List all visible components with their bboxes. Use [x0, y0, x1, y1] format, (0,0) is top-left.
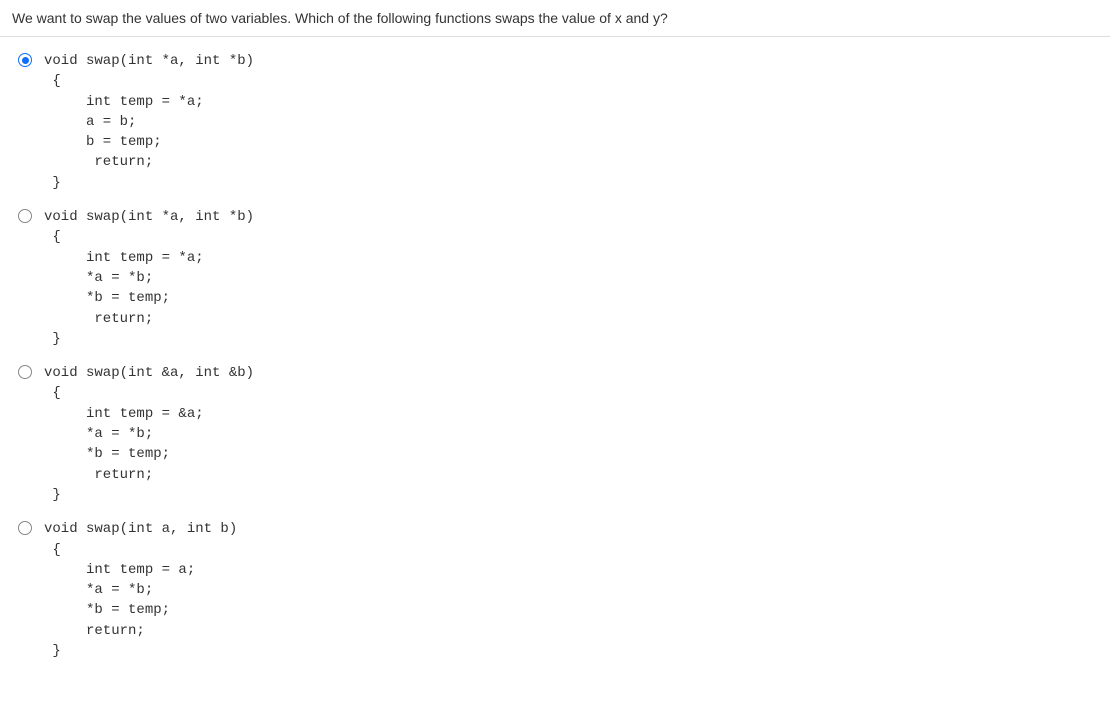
- radio-4[interactable]: [18, 521, 34, 537]
- options-list: void swap(int *a, int *b) { int temp = *…: [0, 37, 1110, 689]
- radio-2[interactable]: [18, 209, 34, 225]
- radio-outer-icon: [18, 209, 32, 223]
- option-3[interactable]: void swap(int &a, int &b) { int temp = &…: [18, 363, 1092, 505]
- option-2-code: void swap(int *a, int *b) { int temp = *…: [44, 207, 254, 349]
- option-4-code: void swap(int a, int b) { int temp = a; …: [44, 519, 237, 661]
- radio-outer-icon: [18, 521, 32, 535]
- question-container: We want to swap the values of two variab…: [0, 0, 1110, 689]
- radio-inner-icon: [22, 57, 29, 64]
- option-1[interactable]: void swap(int *a, int *b) { int temp = *…: [18, 51, 1092, 193]
- option-1-code: void swap(int *a, int *b) { int temp = *…: [44, 51, 254, 193]
- radio-outer-icon: [18, 53, 32, 67]
- option-2[interactable]: void swap(int *a, int *b) { int temp = *…: [18, 207, 1092, 349]
- question-text: We want to swap the values of two variab…: [0, 0, 1110, 37]
- radio-1[interactable]: [18, 53, 34, 69]
- option-4[interactable]: void swap(int a, int b) { int temp = a; …: [18, 519, 1092, 661]
- radio-3[interactable]: [18, 365, 34, 381]
- option-3-code: void swap(int &a, int &b) { int temp = &…: [44, 363, 254, 505]
- radio-outer-icon: [18, 365, 32, 379]
